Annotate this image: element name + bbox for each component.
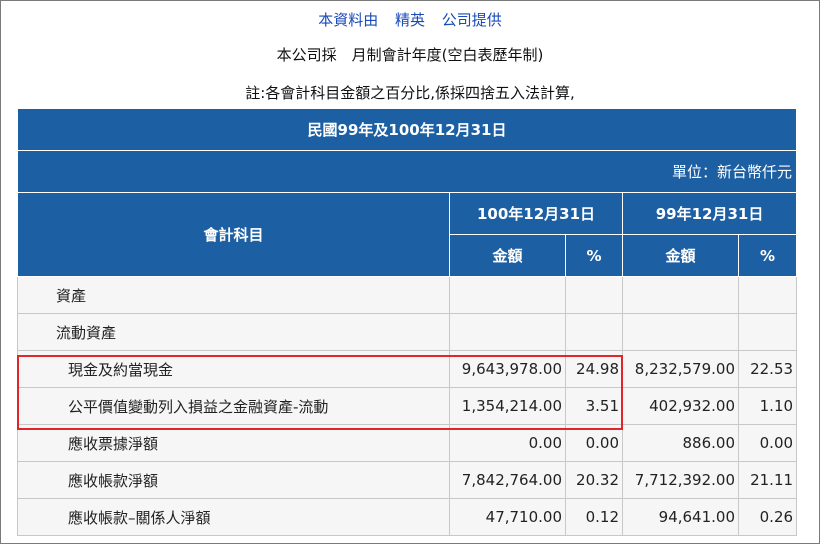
amount-99 xyxy=(622,313,739,351)
period-title: 民國99年及100年12月31日 xyxy=(16,108,798,151)
col-header-pct-99: % xyxy=(737,234,798,277)
company-name-link[interactable]: 精英 xyxy=(395,11,425,29)
amount-99: 886.00 xyxy=(622,424,739,462)
provider-prefix: 本資料由 xyxy=(318,11,379,29)
account-label: 公平價值變動列入損益之金融資產-流動 xyxy=(17,387,450,425)
rounding-note: 註:各會計科目金額之百分比,係採四捨五入法計算, xyxy=(245,84,575,102)
amount-100 xyxy=(449,276,566,314)
pct-100 xyxy=(565,313,623,351)
provider-suffix: 公司提供 xyxy=(441,11,502,29)
account-label: 現金及約當現金 xyxy=(17,350,450,388)
pct-100: 20.32 xyxy=(565,461,623,499)
pct-100 xyxy=(565,276,623,314)
amount-99 xyxy=(622,276,739,314)
amount-99: 8,232,579.00 xyxy=(622,350,739,388)
account-label: 應收帳款淨額 xyxy=(17,461,450,499)
amount-100: 7,842,764.00 xyxy=(449,461,566,499)
table-row: 現金及約當現金 9,643,978.00 24.98 8,232,579.00 … xyxy=(17,350,798,388)
col-header-amount-99: 金額 xyxy=(622,234,739,277)
pct-99 xyxy=(737,313,798,351)
pct-100: 24.98 xyxy=(565,350,623,388)
amount-100: 0.00 xyxy=(449,424,566,462)
pct-99: 0.26 xyxy=(737,498,798,536)
col-header-amount-100: 金額 xyxy=(449,234,566,277)
pct-100: 0.00 xyxy=(565,424,623,462)
amount-100: 9,643,978.00 xyxy=(449,350,566,388)
fiscal-year-note: 本公司採 月制會計年度(空白表歷年制) xyxy=(276,46,544,64)
table-row: 應收票據淨額 0.00 0.00 886.00 0.00 xyxy=(17,424,798,462)
amount-99: 402,932.00 xyxy=(622,387,739,425)
unit-label: 單位：新台幣仟元 xyxy=(16,150,798,193)
col-header-year-100: 100年12月31日 xyxy=(449,192,623,235)
col-header-pct-100: % xyxy=(565,234,623,277)
account-label: 應收票據淨額 xyxy=(17,424,450,462)
amount-100: 1,354,214.00 xyxy=(449,387,566,425)
table-row: 應收帳款–關係人淨額 47,710.00 0.12 94,641.00 0.26 xyxy=(17,498,798,536)
pct-99 xyxy=(737,276,798,314)
table-row: 公平價值變動列入損益之金融資產-流動 1,354,214.00 3.51 402… xyxy=(17,387,798,425)
pct-99: 22.53 xyxy=(737,350,798,388)
data-provider-line: 本資料由 精英 公司提供 xyxy=(0,9,820,30)
col-header-account: 會計科目 xyxy=(17,192,450,277)
table-row: 應收帳款淨額 7,842,764.00 20.32 7,712,392.00 2… xyxy=(17,461,798,499)
pct-100: 3.51 xyxy=(565,387,623,425)
col-header-year-99: 99年12月31日 xyxy=(621,192,798,235)
account-label: 資產 xyxy=(17,276,450,314)
amount-99: 94,641.00 xyxy=(622,498,739,536)
pct-99: 21.11 xyxy=(737,461,798,499)
balance-sheet-table: 民國99年及100年12月31日 單位：新台幣仟元 會計科目 100年12月31… xyxy=(16,108,798,536)
account-label: 流動資產 xyxy=(17,313,450,351)
amount-100 xyxy=(449,313,566,351)
table-row: 資產 xyxy=(17,276,798,314)
amount-99: 7,712,392.00 xyxy=(622,461,739,499)
amount-100: 47,710.00 xyxy=(449,498,566,536)
table-row: 流動資產 xyxy=(17,313,798,351)
account-label: 應收帳款–關係人淨額 xyxy=(17,498,450,536)
pct-100: 0.12 xyxy=(565,498,623,536)
pct-99: 1.10 xyxy=(737,387,798,425)
pct-99: 0.00 xyxy=(737,424,798,462)
